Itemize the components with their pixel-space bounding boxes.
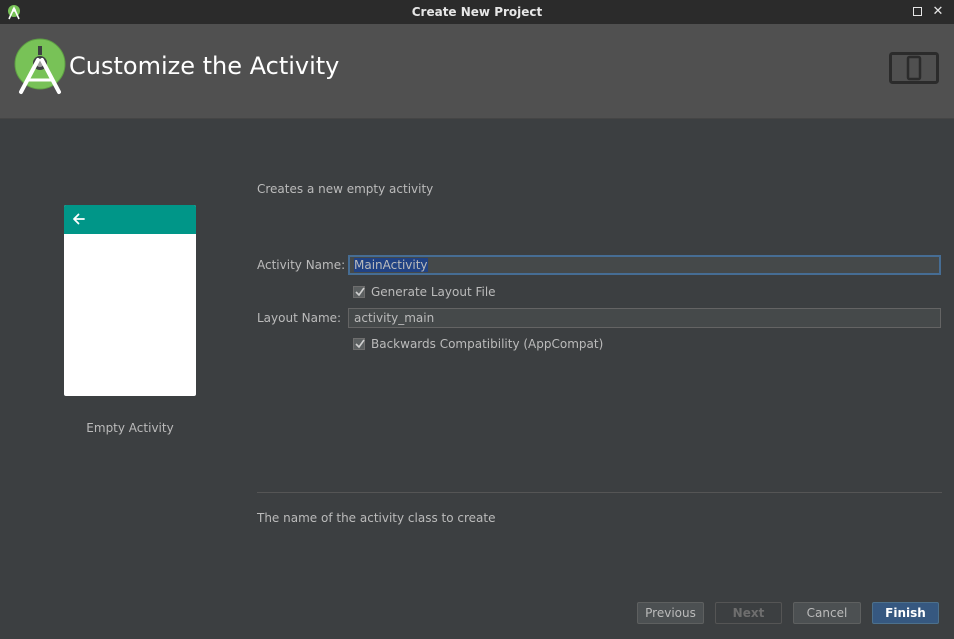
android-studio-logo: [14, 38, 66, 94]
next-button[interactable]: Next: [715, 602, 782, 624]
activity-name-input[interactable]: MainActivity: [348, 255, 941, 275]
checkbox-box: [353, 286, 365, 298]
template-name-label: Empty Activity: [86, 421, 174, 435]
previous-button[interactable]: Previous: [637, 602, 704, 624]
generate-layout-label: Generate Layout File: [371, 285, 496, 299]
layout-name-value: activity_main: [354, 311, 435, 325]
checkmark-icon: [355, 339, 365, 349]
checkbox-box: [353, 338, 365, 350]
activity-name-label: Activity Name:: [257, 258, 346, 272]
back-arrow-icon: [73, 213, 85, 225]
page-title: Customize the Activity: [69, 52, 340, 80]
close-button[interactable]: ✕: [931, 5, 945, 19]
activity-name-value: MainActivity: [354, 258, 428, 272]
template-description: Creates a new empty activity: [257, 182, 434, 196]
maximize-icon: [912, 7, 922, 16]
window-titlebar: Create New Project ✕: [0, 0, 954, 24]
preview-app-bar: [64, 205, 196, 234]
maximize-button[interactable]: [910, 5, 924, 19]
phone-tablet-icon: [889, 52, 939, 84]
checkmark-icon: [355, 287, 365, 297]
activity-preview-card: [64, 205, 196, 396]
divider: [257, 492, 942, 493]
cancel-button[interactable]: Cancel: [793, 602, 861, 624]
layout-name-input[interactable]: activity_main: [348, 308, 941, 328]
finish-button[interactable]: Finish: [872, 602, 939, 624]
layout-name-label: Layout Name:: [257, 311, 342, 325]
window-title: Create New Project: [411, 5, 543, 19]
field-hint: The name of the activity class to create: [257, 511, 496, 525]
backwards-compat-label: Backwards Compatibility (AppCompat): [371, 337, 604, 351]
header-banner: Customize the Activity: [0, 24, 954, 119]
